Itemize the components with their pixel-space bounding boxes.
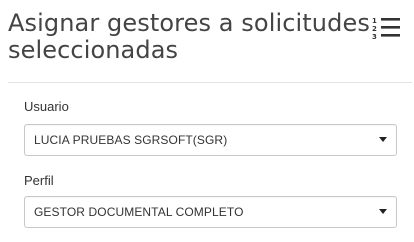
svg-text:2: 2 xyxy=(372,25,377,33)
svg-text:3: 3 xyxy=(372,33,377,40)
usuario-selected-value: LUCIA PRUEBAS SGRSOFT(SGR) xyxy=(34,133,228,147)
header-divider xyxy=(8,82,412,83)
perfil-select[interactable]: GESTOR DOCUMENTAL COMPLETO xyxy=(24,196,397,228)
perfil-label: Perfil xyxy=(24,173,54,188)
usuario-select[interactable]: LUCIA PRUEBAS SGRSOFT(SGR) xyxy=(24,124,397,156)
perfil-selected-value: GESTOR DOCUMENTAL COMPLETO xyxy=(34,205,244,219)
chevron-down-icon[interactable] xyxy=(370,197,396,227)
page-header: Asignar gestores a solicitudes seleccion… xyxy=(8,10,404,76)
chevron-down-icon[interactable] xyxy=(370,125,396,155)
svg-text:1: 1 xyxy=(372,17,377,25)
page-title: Asignar gestores a solicitudes seleccion… xyxy=(8,9,370,64)
ordered-list-icon[interactable]: 1 2 3 xyxy=(372,16,404,41)
usuario-label: Usuario xyxy=(24,99,69,114)
